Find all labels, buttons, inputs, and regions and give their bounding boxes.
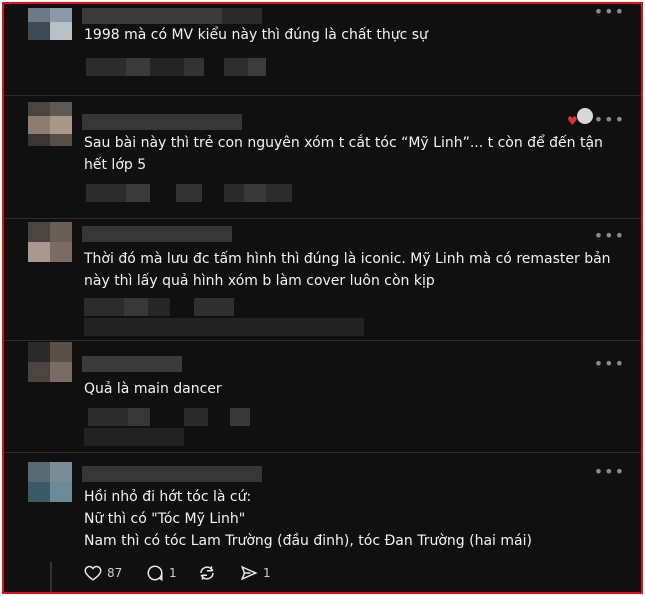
separator (4, 218, 641, 219)
avatar[interactable] (28, 222, 72, 266)
repost-button[interactable] (198, 564, 216, 582)
like-count: 87 (107, 566, 123, 580)
heart-icon (84, 565, 102, 581)
more-icon[interactable]: ••• (594, 354, 625, 373)
share-count: 1 (263, 566, 271, 580)
thread-line (50, 562, 52, 592)
more-icon[interactable]: ••• (594, 4, 625, 21)
avatar[interactable] (28, 342, 72, 386)
comment-text: Hồi nhỏ đi hớt tóc là cứ: Nữ thì có "Tóc… (84, 486, 532, 552)
blurred-content (84, 428, 184, 446)
reply-button[interactable]: 1 (146, 564, 177, 582)
comment-line: Hồi nhỏ đi hớt tóc là cứ: (84, 489, 252, 505)
avatar (577, 108, 593, 124)
comment-icon (147, 565, 163, 582)
avatar[interactable] (28, 8, 72, 52)
share-icon (240, 565, 258, 581)
repost-icon (200, 566, 214, 580)
comments-panel: ••• 1998 mà có MV kiểu này thì đúng là c… (2, 2, 643, 594)
comment-text: Quả là main dancer (84, 381, 222, 397)
avatar[interactable] (28, 102, 72, 146)
avatar[interactable] (28, 462, 72, 506)
comment-line: Nữ thì có "Tóc Mỹ Linh" (84, 511, 246, 527)
comment-line: Nam thì có tóc Lam Trường (đầu đinh), tó… (84, 533, 532, 549)
more-icon[interactable]: ••• (594, 226, 625, 245)
more-icon[interactable]: ••• (594, 110, 625, 129)
separator (4, 95, 641, 96)
comment-text: Thời đó mà lưu đc tấm hình thì đúng là i… (84, 251, 611, 289)
separator (4, 452, 641, 453)
comment-text: 1998 mà có MV kiểu này thì đúng là chất … (84, 27, 428, 43)
comment-text: Sau bài này thì trẻ con nguyên xóm t cắt… (84, 135, 603, 173)
more-icon[interactable]: ••• (594, 462, 625, 481)
share-button[interactable]: 1 (240, 564, 271, 582)
separator (4, 340, 641, 341)
reply-count: 1 (169, 566, 177, 580)
like-button[interactable]: 87 (84, 564, 122, 582)
blurred-content (84, 318, 364, 336)
